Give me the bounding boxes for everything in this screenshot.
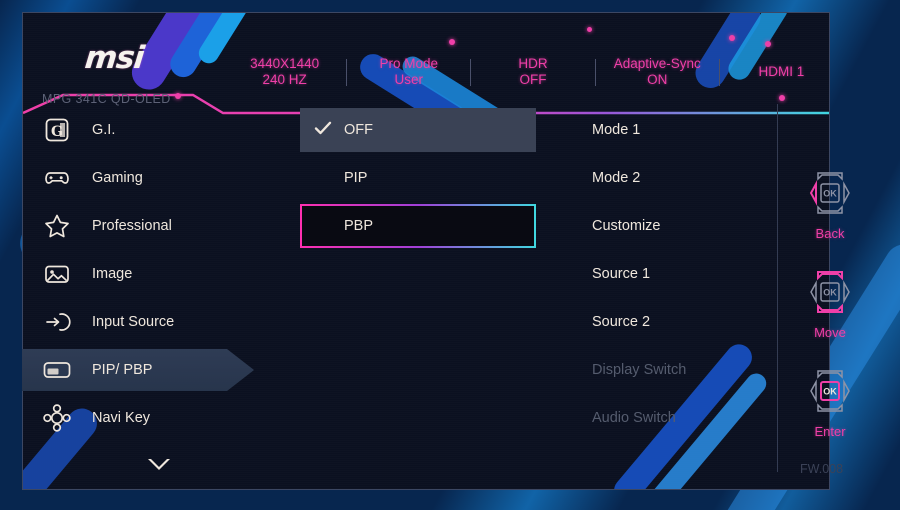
pipbp-icon xyxy=(40,353,74,387)
input-arrow-icon xyxy=(40,305,74,339)
navigation-hints: OK Back OK Move OK Enter xyxy=(790,168,870,465)
option-mode-1[interactable]: Mode 1 xyxy=(592,106,772,154)
nav-enter[interactable]: OK Enter xyxy=(790,366,870,439)
submenu-item-pip[interactable]: PIP xyxy=(278,154,538,202)
model-name: MPG 341C QD-OLED xyxy=(42,92,171,106)
sidebar-item-gi[interactable]: G G.I. xyxy=(22,106,272,154)
submenu-item-background xyxy=(300,108,536,152)
nav-enter-label: Enter xyxy=(814,424,846,439)
joystick-updown-icon: OK xyxy=(810,271,850,313)
status-line1: HDR xyxy=(518,56,548,71)
status-line1: 3440X1440 xyxy=(250,56,320,71)
svg-text:OK: OK xyxy=(823,288,837,298)
submenu-item-label: OFF xyxy=(344,122,373,138)
gamepad-icon xyxy=(40,161,74,195)
deco-dot xyxy=(729,35,735,41)
chevron-down-icon[interactable] xyxy=(148,459,170,470)
check-icon xyxy=(314,121,332,135)
option-customize[interactable]: Customize xyxy=(592,202,772,250)
gi-icon: G xyxy=(40,113,74,147)
sidebar-item-gaming[interactable]: Gaming xyxy=(22,154,272,202)
sidebar-item-pip-pbp[interactable]: PIP/ PBP xyxy=(22,346,272,394)
column-divider xyxy=(777,104,778,472)
firmware-version: FW.008 xyxy=(800,462,844,476)
deco-dot xyxy=(449,39,455,45)
nav-move-label: Move xyxy=(814,325,846,340)
nav-back[interactable]: OK Back xyxy=(790,168,870,241)
sidebar-item-label: Professional xyxy=(92,218,172,234)
submenu-item-label: PIP xyxy=(344,170,368,186)
options-column: Mode 1 Mode 2 Customize Source 1 Source … xyxy=(592,106,772,442)
submenu-item-background xyxy=(300,156,536,200)
submenu-column: OFF PIP PBP xyxy=(278,106,538,250)
nav-move[interactable]: OK Move xyxy=(790,267,870,340)
nav-back-label: Back xyxy=(815,226,845,241)
sidebar-item-label: G.I. xyxy=(92,122,116,138)
joystick-left-icon: OK xyxy=(809,172,850,214)
deco-dot xyxy=(779,95,785,101)
deco-dot xyxy=(765,41,771,47)
submenu-item-focus-border xyxy=(300,204,536,248)
status-line1: Pro Mode xyxy=(379,56,439,71)
status-line1: Adaptive-Sync xyxy=(613,56,701,71)
svg-text:OK: OK xyxy=(823,387,837,397)
option-audio-switch: Audio Switch xyxy=(592,410,676,426)
option-display-switch: Display Switch xyxy=(592,362,687,378)
submenu-item-off[interactable]: OFF xyxy=(278,106,538,154)
picture-icon xyxy=(40,257,74,291)
deco-dot xyxy=(587,27,592,32)
sidebar-item-label: Gaming xyxy=(92,170,143,186)
sidebar-item-label: Image xyxy=(92,266,133,282)
star-icon xyxy=(40,209,74,243)
msi-logo: msi xyxy=(83,40,146,76)
sidebar-item-professional[interactable]: Professional xyxy=(22,202,272,250)
sidebar-item-label: Input Source xyxy=(92,314,175,330)
sidebar-item-input-source[interactable]: Input Source xyxy=(22,298,272,346)
joystick-ok-icon: OK xyxy=(810,370,850,412)
deco-dot xyxy=(175,93,181,99)
sidebar: G G.I. Gaming Professional Image Input S… xyxy=(22,106,272,442)
option-source-2[interactable]: Source 2 xyxy=(592,298,772,346)
sidebar-item-label: Navi Key xyxy=(92,410,151,426)
submenu-item-label: PBP xyxy=(344,218,374,234)
option-mode-2[interactable]: Mode 2 xyxy=(592,154,772,202)
monitor-screen: msi 3440X1440 240 HZ Pro Mode User HDR O… xyxy=(0,0,900,510)
navi-key-icon xyxy=(40,401,74,435)
option-source-1[interactable]: Source 1 xyxy=(592,250,772,298)
sidebar-item-label: PIP/ PBP xyxy=(92,362,153,378)
sidebar-item-navi-key[interactable]: Navi Key xyxy=(22,394,272,442)
submenu-item-pbp[interactable]: PBP xyxy=(278,202,538,250)
sidebar-item-image[interactable]: Image xyxy=(22,250,272,298)
svg-text:OK: OK xyxy=(823,189,837,199)
